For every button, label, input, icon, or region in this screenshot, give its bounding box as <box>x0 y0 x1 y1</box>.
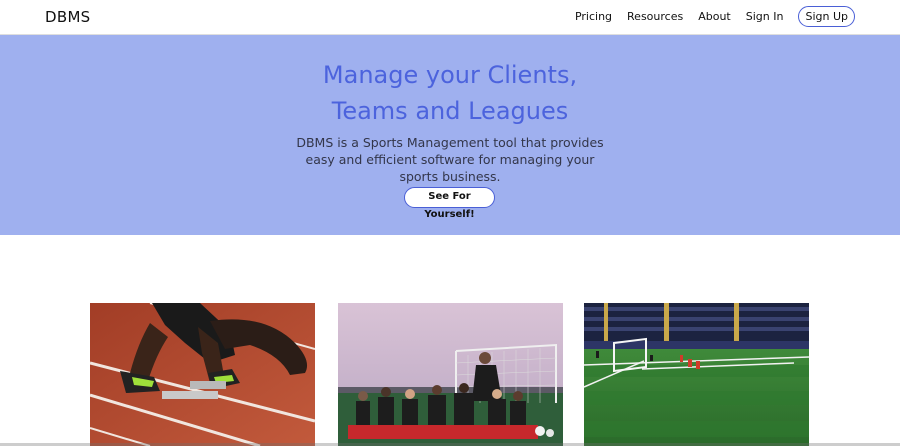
nav-link-sign-in[interactable]: Sign In <box>746 10 784 23</box>
feature-image-stadium <box>584 303 809 446</box>
navbar: DBMS Pricing Resources About Sign In Sig… <box>0 0 900 35</box>
hero-desc-line-3: sports business. <box>399 169 501 184</box>
brand-logo[interactable]: DBMS <box>45 8 91 26</box>
nav-link-resources[interactable]: Resources <box>627 10 683 23</box>
nav-link-pricing[interactable]: Pricing <box>575 10 612 23</box>
hero-section: Manage your Clients, Teams and Leagues D… <box>0 35 900 235</box>
nav-link-about[interactable]: About <box>698 10 731 23</box>
hero-description: DBMS is a Sports Management tool that pr… <box>295 134 605 185</box>
see-for-yourself-button[interactable]: See For Yourself! <box>404 187 495 220</box>
hero-title-line-2: Teams and Leagues <box>331 97 569 125</box>
hero-title-line-1: Manage your Clients, <box>322 61 578 89</box>
nav-links: Pricing Resources About Sign In Sign Up <box>560 6 855 27</box>
hero-title: Manage your Clients, Teams and Leagues <box>0 57 900 129</box>
hero-desc-line-1: DBMS is a Sports Management tool that pr… <box>296 135 604 150</box>
feature-image-youth-team <box>338 303 563 446</box>
hero-desc-line-2: easy and efficient software for managing… <box>305 152 595 167</box>
feature-image-track <box>90 303 315 446</box>
sign-up-button[interactable]: Sign Up <box>798 6 855 27</box>
